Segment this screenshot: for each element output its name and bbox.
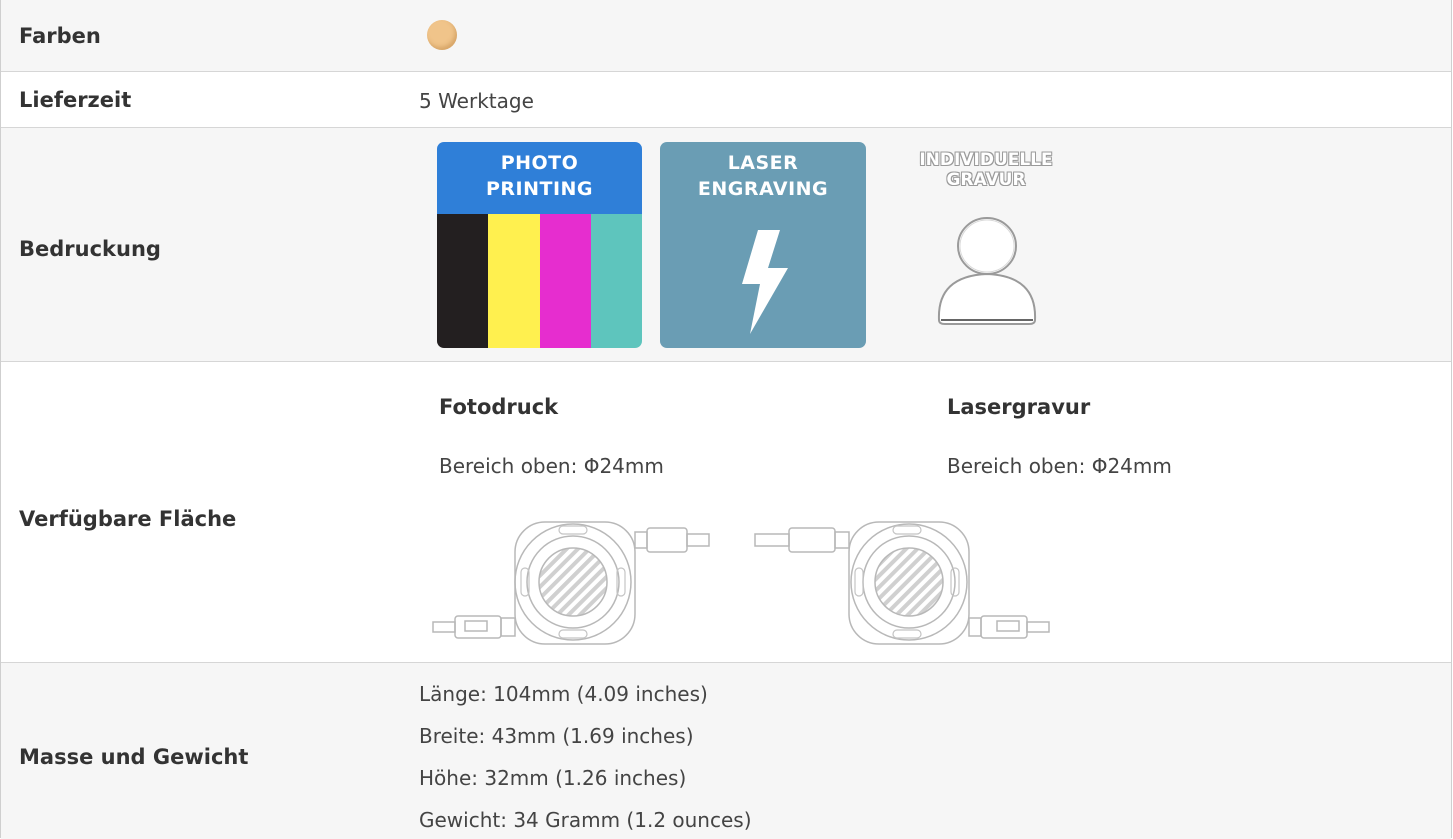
row-lieferzeit: Lieferzeit 5 Werktage: [1, 71, 1451, 128]
delivery-time-value: 5 Werktage: [419, 89, 534, 113]
dimension-length: Länge: 104mm (4.09 inches): [419, 682, 708, 706]
color-swatch[interactable]: [427, 20, 457, 50]
lasergravur-area-text: Bereich oben: Φ24mm: [947, 454, 1172, 478]
laser-engraving-title-line2: ENGRAVING: [697, 178, 829, 200]
lightning-bolt-icon: [742, 230, 788, 334]
row-label-farben: Farben: [19, 24, 101, 48]
lasergravur-title: Lasergravur: [947, 395, 1091, 419]
laser-engraving-badge: LASER ENGRAVING: [660, 142, 866, 348]
laser-engraving-title-line1: LASER: [727, 152, 799, 174]
row-label-bedruckung: Bedruckung: [19, 237, 161, 261]
cmyk-stripe-magenta: [539, 214, 591, 348]
dimension-weight: Gewicht: 34 Gramm (1.2 ounces): [419, 808, 752, 832]
person-icon: [937, 217, 1037, 325]
fotodruck-area-text: Bereich oben: Φ24mm: [439, 454, 664, 478]
dimension-width: Breite: 43mm (1.69 inches): [419, 724, 694, 748]
row-farben: Farben: [1, 0, 1451, 71]
row-label-flaeche: Verfügbare Fläche: [19, 507, 237, 531]
dimension-height: Höhe: 32mm (1.26 inches): [419, 766, 687, 790]
cmyk-stripe-black: [437, 214, 489, 348]
row-label-masse: Masse und Gewicht: [19, 745, 249, 769]
individual-engraving-badge: INDIVIDUELLE GRAVUR: [891, 142, 1081, 348]
retractable-cable-product-icon: [432, 521, 1050, 645]
individual-engraving-title-line1: INDIVIDUELLE: [919, 150, 1053, 170]
photo-printing-title-line2: PRINTING: [485, 178, 594, 200]
product-spec-table: Farben Lieferzeit 5 Werktage Bedruckung …: [0, 0, 1452, 839]
individual-engraving-title-line2: GRAVUR: [946, 170, 1026, 190]
row-label-lieferzeit: Lieferzeit: [19, 88, 132, 112]
photo-printing-badge: PHOTO PRINTING: [437, 142, 642, 348]
cmyk-stripe-yellow: [488, 214, 540, 348]
cmyk-stripe-cyan: [590, 214, 642, 348]
photo-printing-title-line1: PHOTO: [500, 152, 579, 174]
fotodruck-title: Fotodruck: [439, 395, 559, 419]
